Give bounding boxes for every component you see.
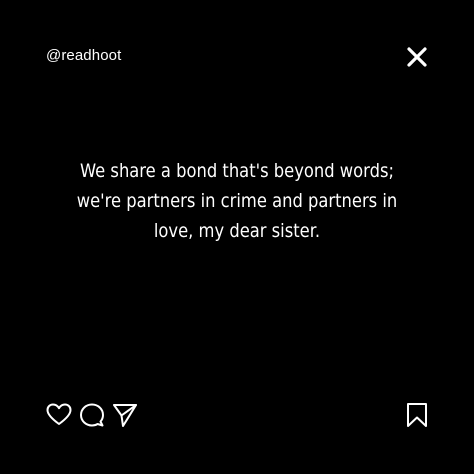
account-handle[interactable]: @readhoot	[46, 46, 121, 66]
comment-button[interactable]	[79, 402, 105, 428]
bookmark-icon	[407, 403, 427, 427]
share-button[interactable]	[112, 402, 138, 428]
quote-text: We share a bond that's beyond words; we'…	[59, 156, 415, 246]
quote-line: we're partners in crime and partners in	[76, 190, 398, 212]
comment-bubble-icon	[80, 403, 104, 427]
quote-post-card: @readhoot We share a bond that's beyond …	[0, 0, 474, 474]
quote-line: We share a bond that's beyond words;	[79, 160, 395, 182]
like-button[interactable]	[46, 402, 72, 428]
save-button[interactable]	[406, 402, 428, 428]
heart-icon	[46, 403, 72, 425]
send-icon	[113, 404, 137, 427]
quote-line: love, my dear sister.	[153, 220, 321, 242]
close-button[interactable]	[406, 46, 428, 68]
close-icon	[407, 47, 427, 67]
